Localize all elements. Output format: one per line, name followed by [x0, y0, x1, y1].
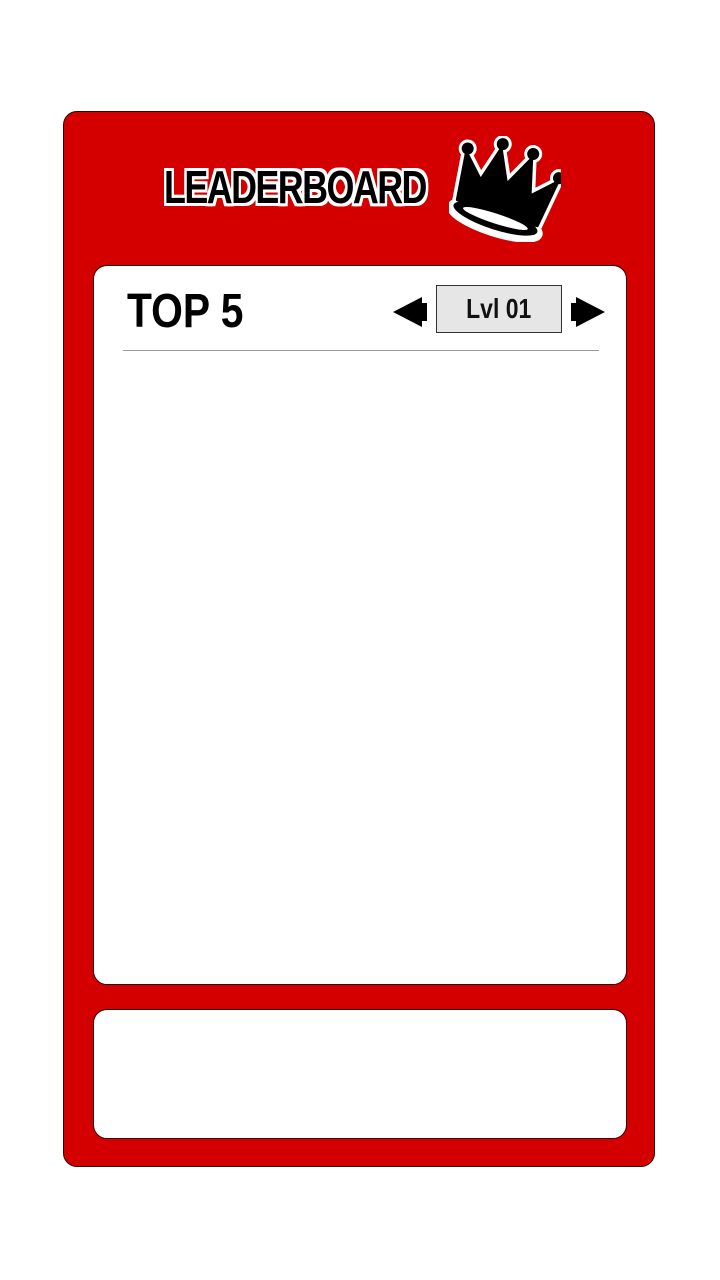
header: LEADERBOARD — [64, 112, 654, 262]
arrow-left-icon[interactable] — [392, 294, 428, 330]
top-label: TOP 5 — [127, 285, 244, 338]
level-label: Lvl 01 — [466, 293, 532, 324]
header-divider — [123, 350, 599, 351]
arrow-right-icon[interactable] — [570, 294, 606, 330]
leaderboard-frame: LEADERBOARD TOP 5 Lvl 01 — [63, 111, 655, 1167]
player-score-panel — [93, 1009, 627, 1139]
leaderboard-panel: TOP 5 Lvl 01 — [93, 265, 627, 985]
crown-icon — [449, 136, 561, 242]
leaderboard-list — [123, 362, 599, 962]
level-selector: Lvl 01 — [436, 285, 562, 333]
leaderboard-title: LEADERBOARD — [164, 161, 427, 213]
